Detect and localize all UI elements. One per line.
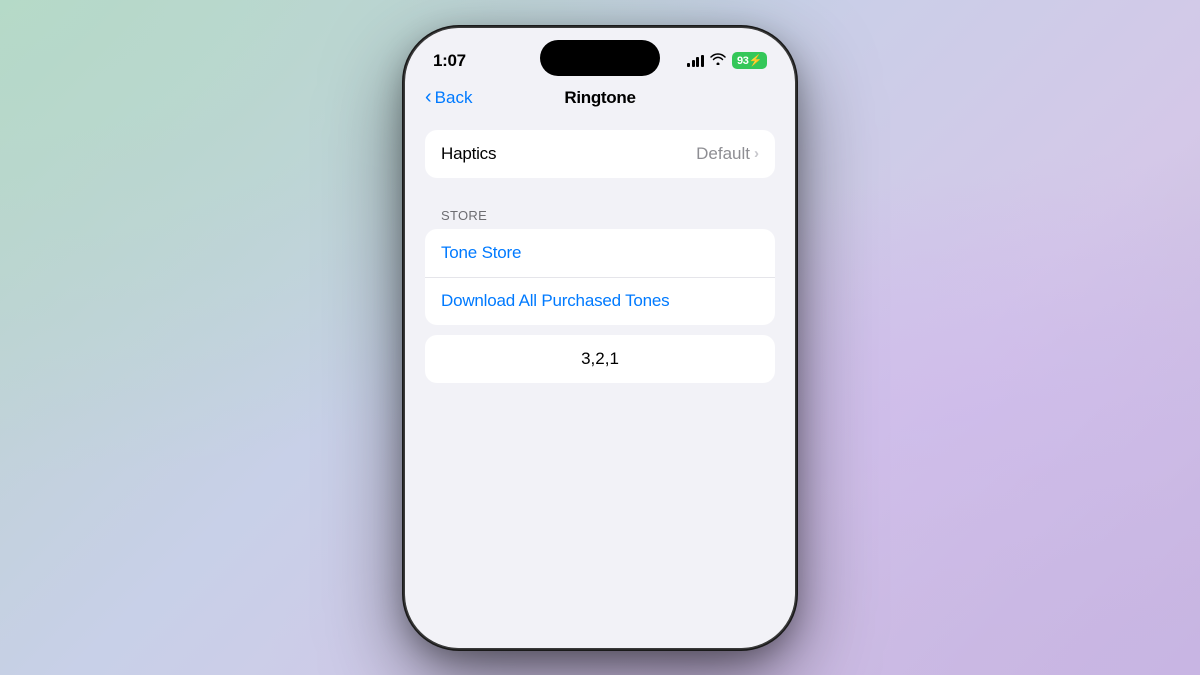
- status-bar: 1:07 93⚡: [405, 28, 795, 80]
- download-tones-label: Download All Purchased Tones: [441, 291, 669, 311]
- content-area: Haptics Default › STORE Tone Store Downl…: [405, 120, 795, 393]
- status-icons: 93⚡: [687, 52, 767, 69]
- dynamic-island: [540, 40, 660, 76]
- download-tones-row[interactable]: Download All Purchased Tones: [425, 277, 775, 325]
- ringtone-item-row[interactable]: 3,2,1: [425, 335, 775, 383]
- haptics-row[interactable]: Haptics Default ›: [425, 130, 775, 178]
- haptics-chevron-icon: ›: [754, 145, 759, 162]
- store-group: Tone Store Download All Purchased Tones: [425, 229, 775, 325]
- tone-store-row[interactable]: Tone Store: [425, 229, 775, 277]
- ringtone-item-label: 3,2,1: [581, 349, 619, 369]
- wifi-icon: [710, 53, 726, 68]
- tone-store-label: Tone Store: [441, 243, 521, 263]
- battery-bolt-icon: ⚡: [749, 54, 762, 67]
- haptics-value-text: Default: [696, 144, 750, 164]
- store-section-header: STORE: [425, 188, 775, 229]
- signal-bars-icon: [687, 55, 704, 67]
- haptics-group: Haptics Default ›: [425, 130, 775, 178]
- back-chevron-icon: ‹: [425, 87, 432, 107]
- status-time: 1:07: [433, 51, 466, 71]
- screen: 1:07 93⚡: [405, 28, 795, 648]
- battery-indicator: 93⚡: [732, 52, 767, 69]
- phone-frame: 1:07 93⚡: [405, 28, 795, 648]
- nav-bar: ‹ Back Ringtone: [405, 80, 795, 120]
- back-button[interactable]: ‹ Back: [425, 88, 472, 108]
- ringtone-item-group: 3,2,1: [425, 335, 775, 383]
- haptics-value: Default ›: [696, 144, 759, 164]
- store-section: STORE Tone Store Download All Purchased …: [425, 188, 775, 325]
- haptics-label: Haptics: [441, 144, 496, 164]
- back-label: Back: [435, 88, 473, 108]
- battery-percent: 93: [737, 55, 749, 67]
- page-title: Ringtone: [564, 88, 635, 108]
